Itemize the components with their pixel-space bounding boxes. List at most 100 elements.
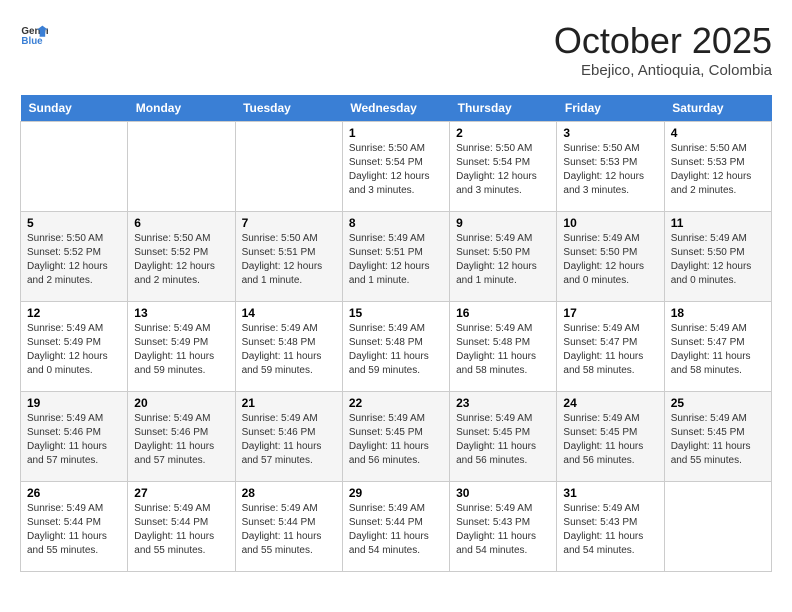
day-header-sunday: Sunday (21, 95, 128, 122)
cell-content: Sunrise: 5:49 AM Sunset: 5:51 PM Dayligh… (349, 232, 443, 288)
day-number: 21 (242, 396, 336, 410)
day-header-tuesday: Tuesday (235, 95, 342, 122)
logo-icon: General Blue (20, 20, 48, 48)
calendar-body: 1Sunrise: 5:50 AM Sunset: 5:54 PM Daylig… (21, 122, 772, 572)
cell-content: Sunrise: 5:49 AM Sunset: 5:43 PM Dayligh… (563, 502, 657, 558)
cell-content: Sunrise: 5:49 AM Sunset: 5:44 PM Dayligh… (134, 502, 228, 558)
day-number: 27 (134, 486, 228, 500)
svg-text:Blue: Blue (21, 36, 43, 47)
day-header-monday: Monday (128, 95, 235, 122)
cell-content: Sunrise: 5:50 AM Sunset: 5:54 PM Dayligh… (349, 142, 443, 198)
day-number: 14 (242, 306, 336, 320)
cell-content: Sunrise: 5:49 AM Sunset: 5:44 PM Dayligh… (349, 502, 443, 558)
calendar-cell: 3 Sunrise: 5:50 AM Sunset: 5:53 PM Daylig… (557, 122, 664, 212)
calendar-cell: 5 Sunrise: 5:50 AM Sunset: 5:52 PM Daylig… (21, 212, 128, 302)
calendar-cell: 22Sunrise: 5:49 AM Sunset: 5:45 PM Dayli… (342, 392, 449, 482)
day-number: 28 (242, 486, 336, 500)
day-number: 15 (349, 306, 443, 320)
cell-content: Sunrise: 5:50 AM Sunset: 5:53 PM Dayligh… (563, 142, 657, 198)
calendar-cell: 16 Sunrise: 5:49 AM Sunset: 5:48 PM Dayli… (450, 302, 557, 392)
week-row-2: 5 Sunrise: 5:50 AM Sunset: 5:52 PM Daylig… (21, 212, 772, 302)
cell-content: Sunrise: 5:49 AM Sunset: 5:45 PM Dayligh… (671, 412, 765, 468)
cell-content: Sunrise: 5:49 AM Sunset: 5:46 PM Dayligh… (134, 412, 228, 468)
calendar-cell: 8 Sunrise: 5:49 AM Sunset: 5:51 PM Daylig… (342, 212, 449, 302)
day-number: 5 (27, 216, 121, 230)
cell-content: Sunrise: 5:50 AM Sunset: 5:53 PM Dayligh… (671, 142, 765, 198)
cell-content: Sunrise: 5:49 AM Sunset: 5:44 PM Dayligh… (27, 502, 121, 558)
calendar-cell: 28 Sunrise: 5:49 AM Sunset: 5:44 PM Dayli… (235, 482, 342, 572)
cell-content: Sunrise: 5:49 AM Sunset: 5:48 PM Dayligh… (349, 322, 443, 378)
cell-content: Sunrise: 5:49 AM Sunset: 5:49 PM Dayligh… (27, 322, 121, 378)
day-number: 31 (563, 486, 657, 500)
day-number: 12 (27, 306, 121, 320)
day-number: 30 (456, 486, 550, 500)
cell-content: Sunrise: 5:49 AM Sunset: 5:48 PM Dayligh… (456, 322, 550, 378)
day-number: 3 (563, 126, 657, 140)
cell-content: Sunrise: 5:50 AM Sunset: 5:52 PM Dayligh… (27, 232, 121, 288)
calendar-cell: 15 Sunrise: 5:49 AM Sunset: 5:48 PM Dayli… (342, 302, 449, 392)
day-number: 11 (671, 216, 765, 230)
week-row-1: 1Sunrise: 5:50 AM Sunset: 5:54 PM Daylig… (21, 122, 772, 212)
calendar-cell: 7Sunrise: 5:50 AM Sunset: 5:51 PM Daylig… (235, 212, 342, 302)
day-header-thursday: Thursday (450, 95, 557, 122)
cell-content: Sunrise: 5:49 AM Sunset: 5:47 PM Dayligh… (671, 322, 765, 378)
calendar-cell: 24 Sunrise: 5:49 AM Sunset: 5:45 PM Dayli… (557, 392, 664, 482)
cell-content: Sunrise: 5:49 AM Sunset: 5:48 PM Dayligh… (242, 322, 336, 378)
day-number: 19 (27, 396, 121, 410)
day-number: 16 (456, 306, 550, 320)
cell-content: Sunrise: 5:49 AM Sunset: 5:47 PM Dayligh… (563, 322, 657, 378)
calendar-cell: 26 Sunrise: 5:49 AM Sunset: 5:44 PM Dayli… (21, 482, 128, 572)
day-number: 8 (349, 216, 443, 230)
title-block: October 2025 Ebejico, Antioquia, Colombi… (554, 20, 772, 79)
calendar-cell (235, 122, 342, 212)
cell-content: Sunrise: 5:49 AM Sunset: 5:46 PM Dayligh… (27, 412, 121, 468)
day-number: 9 (456, 216, 550, 230)
calendar-cell: 12 Sunrise: 5:49 AM Sunset: 5:49 PM Dayli… (21, 302, 128, 392)
day-header-wednesday: Wednesday (342, 95, 449, 122)
cell-content: Sunrise: 5:49 AM Sunset: 5:49 PM Dayligh… (134, 322, 228, 378)
day-number: 29 (349, 486, 443, 500)
calendar-cell: 21 Sunrise: 5:49 AM Sunset: 5:46 PM Dayli… (235, 392, 342, 482)
cell-content: Sunrise: 5:49 AM Sunset: 5:44 PM Dayligh… (242, 502, 336, 558)
week-row-5: 26 Sunrise: 5:49 AM Sunset: 5:44 PM Dayli… (21, 482, 772, 572)
cell-content: Sunrise: 5:49 AM Sunset: 5:46 PM Dayligh… (242, 412, 336, 468)
cell-content: Sunrise: 5:49 AM Sunset: 5:50 PM Dayligh… (563, 232, 657, 288)
calendar-cell (128, 122, 235, 212)
calendar-cell (664, 482, 771, 572)
calendar-cell: 27 Sunrise: 5:49 AM Sunset: 5:44 PM Dayli… (128, 482, 235, 572)
calendar-cell: 2 Sunrise: 5:50 AM Sunset: 5:54 PM Daylig… (450, 122, 557, 212)
calendar-cell: 18Sunrise: 5:49 AM Sunset: 5:47 PM Dayli… (664, 302, 771, 392)
month-title: October 2025 (554, 20, 772, 62)
calendar-cell: 19 Sunrise: 5:49 AM Sunset: 5:46 PM Dayli… (21, 392, 128, 482)
calendar-cell: 6Sunrise: 5:50 AM Sunset: 5:52 PM Daylig… (128, 212, 235, 302)
day-number: 10 (563, 216, 657, 230)
calendar-cell: 20 Sunrise: 5:49 AM Sunset: 5:46 PM Dayli… (128, 392, 235, 482)
calendar-header: SundayMondayTuesdayWednesdayThursdayFrid… (21, 95, 772, 122)
logo: General Blue (20, 20, 48, 48)
calendar-cell: 1Sunrise: 5:50 AM Sunset: 5:54 PM Daylig… (342, 122, 449, 212)
cell-content: Sunrise: 5:50 AM Sunset: 5:54 PM Dayligh… (456, 142, 550, 198)
day-number: 24 (563, 396, 657, 410)
day-number: 13 (134, 306, 228, 320)
calendar-cell: 4 Sunrise: 5:50 AM Sunset: 5:53 PM Daylig… (664, 122, 771, 212)
calendar-cell: 30Sunrise: 5:49 AM Sunset: 5:43 PM Dayli… (450, 482, 557, 572)
header-row: SundayMondayTuesdayWednesdayThursdayFrid… (21, 95, 772, 122)
cell-content: Sunrise: 5:50 AM Sunset: 5:51 PM Dayligh… (242, 232, 336, 288)
page-header: General Blue October 2025 Ebejico, Antio… (20, 20, 772, 79)
day-number: 17 (563, 306, 657, 320)
calendar-cell: 9 Sunrise: 5:49 AM Sunset: 5:50 PM Daylig… (450, 212, 557, 302)
calendar-cell: 13 Sunrise: 5:49 AM Sunset: 5:49 PM Dayli… (128, 302, 235, 392)
week-row-4: 19 Sunrise: 5:49 AM Sunset: 5:46 PM Dayli… (21, 392, 772, 482)
cell-content: Sunrise: 5:50 AM Sunset: 5:52 PM Dayligh… (134, 232, 228, 288)
cell-content: Sunrise: 5:49 AM Sunset: 5:45 PM Dayligh… (563, 412, 657, 468)
calendar-table: SundayMondayTuesdayWednesdayThursdayFrid… (20, 95, 772, 572)
calendar-cell: 17 Sunrise: 5:49 AM Sunset: 5:47 PM Dayli… (557, 302, 664, 392)
day-number: 2 (456, 126, 550, 140)
day-number: 20 (134, 396, 228, 410)
day-number: 4 (671, 126, 765, 140)
day-number: 26 (27, 486, 121, 500)
cell-content: Sunrise: 5:49 AM Sunset: 5:50 PM Dayligh… (456, 232, 550, 288)
calendar-cell: 31 Sunrise: 5:49 AM Sunset: 5:43 PM Dayli… (557, 482, 664, 572)
day-number: 25 (671, 396, 765, 410)
week-row-3: 12 Sunrise: 5:49 AM Sunset: 5:49 PM Dayli… (21, 302, 772, 392)
